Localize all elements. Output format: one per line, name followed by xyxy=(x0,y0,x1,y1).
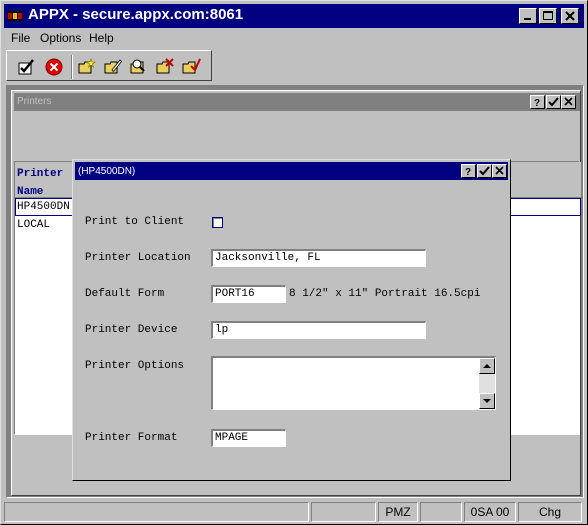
app-window: APPX - secure.appx.com:8061 File Options… xyxy=(0,0,588,525)
status-cell-4 xyxy=(420,502,462,522)
folder-edit-icon xyxy=(104,59,123,74)
check-icon xyxy=(479,166,490,176)
toolbar-separator xyxy=(71,55,73,79)
printer-options-textarea[interactable] xyxy=(211,356,496,410)
printer-device-label: Printer Device xyxy=(85,324,178,336)
dialog-title: (HP4500DN) xyxy=(78,166,136,177)
cancel-button[interactable] xyxy=(43,56,65,78)
scroll-up-button[interactable] xyxy=(479,358,495,374)
menu-file[interactable]: File xyxy=(11,31,30,45)
cancel-icon xyxy=(45,58,63,76)
print-to-client-checkbox[interactable] xyxy=(212,217,223,228)
printers-close-button[interactable] xyxy=(561,95,576,109)
maximize-icon xyxy=(543,11,553,20)
ok-button[interactable] xyxy=(15,56,37,78)
header-line-1: Printer xyxy=(17,168,64,180)
folder-new-icon xyxy=(78,58,96,74)
cancel-record-button[interactable] xyxy=(180,56,202,78)
dialog-title-bar[interactable]: (HP4500DN) ? xyxy=(75,162,508,180)
printers-help-button[interactable]: ? xyxy=(530,95,545,109)
close-icon xyxy=(565,11,575,21)
menu-options[interactable]: Options xyxy=(40,31,81,45)
help-icon: ? xyxy=(534,98,540,108)
svg-text:?: ? xyxy=(465,167,471,177)
printer-format-label: Printer Format xyxy=(85,432,178,444)
close-button[interactable] xyxy=(561,8,579,24)
default-form-label: Default Form xyxy=(85,288,165,300)
folder-search-icon xyxy=(130,59,145,74)
scroll-down-button[interactable] xyxy=(479,393,495,409)
printer-format-field[interactable]: MPAGE xyxy=(211,429,286,447)
menu-bar: File Options Help xyxy=(4,29,584,47)
change-record-button[interactable] xyxy=(102,56,124,78)
printer-detail-dialog: (HP4500DN) ? Print to Client Printer Loc… xyxy=(72,159,511,481)
close-icon xyxy=(564,97,573,106)
title-bar[interactable]: APPX - secure.appx.com:8061 xyxy=(4,4,584,28)
printer-device-field[interactable]: lp xyxy=(211,321,426,339)
toolbar xyxy=(6,50,212,81)
dialog-help-button[interactable]: ? xyxy=(461,164,476,178)
status-cell-mode: Chg xyxy=(518,502,582,522)
ok-check-icon xyxy=(18,59,34,75)
printers-ok-button[interactable] xyxy=(546,95,561,109)
printers-title-bar[interactable]: Printers ? xyxy=(14,93,580,111)
status-cell-pmz: PMZ xyxy=(378,502,418,522)
inquire-record-button[interactable] xyxy=(128,56,150,78)
appx-logo-icon xyxy=(7,8,23,24)
delete-record-button[interactable] xyxy=(154,56,176,78)
dialog-ok-button[interactable] xyxy=(477,164,492,178)
arrow-up-icon xyxy=(483,364,491,368)
default-form-field[interactable]: PORT16 xyxy=(211,285,286,303)
svg-text:?: ? xyxy=(534,98,540,108)
default-form-description: 8 1/2" x 11" Portrait 16.5cpi xyxy=(289,288,481,300)
status-message xyxy=(4,502,309,522)
menu-help[interactable]: Help xyxy=(89,31,114,45)
maximize-button[interactable] xyxy=(539,8,557,24)
status-cell-2 xyxy=(311,502,376,522)
printer-options-label: Printer Options xyxy=(85,360,185,372)
printer-location-field[interactable]: Jacksonville, FL xyxy=(211,249,426,267)
printers-title: Printers xyxy=(17,96,52,107)
close-icon xyxy=(495,166,504,175)
folder-cancel-icon xyxy=(182,58,201,74)
folder-delete-icon xyxy=(156,58,174,74)
arrow-down-icon xyxy=(483,399,491,403)
help-icon: ? xyxy=(465,167,471,177)
window-title: APPX - secure.appx.com:8061 xyxy=(28,6,244,23)
minimize-button[interactable] xyxy=(519,8,537,24)
minimize-icon xyxy=(524,18,531,20)
add-record-button[interactable] xyxy=(76,56,98,78)
printer-location-label: Printer Location xyxy=(85,252,191,264)
status-bar: PMZ 0SA 00 Chg xyxy=(4,502,584,522)
status-cell-osa: 0SA 00 xyxy=(464,502,516,522)
check-icon xyxy=(548,97,559,107)
printer-options-scrollbar[interactable] xyxy=(479,358,495,409)
print-to-client-label: Print to Client xyxy=(85,216,185,228)
column-header-printer-name: Printer Name xyxy=(17,165,77,201)
dialog-close-button[interactable] xyxy=(492,164,507,178)
